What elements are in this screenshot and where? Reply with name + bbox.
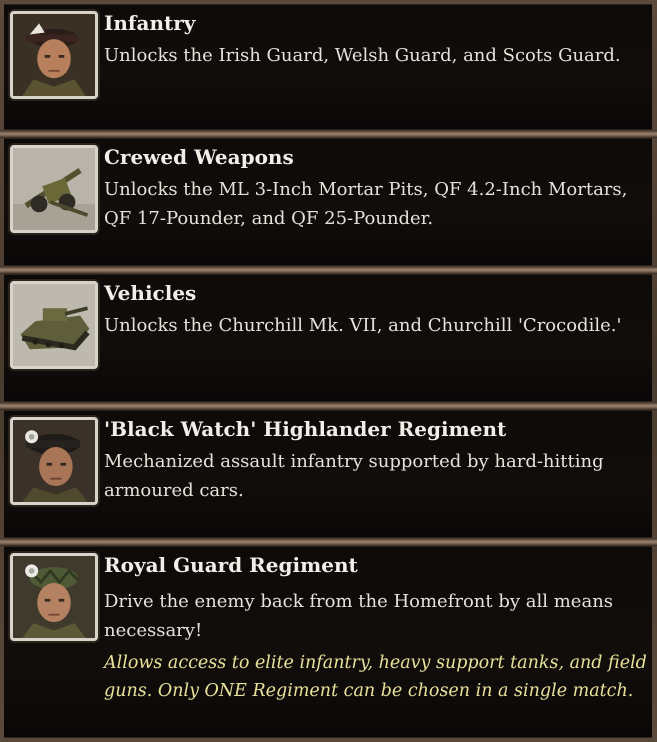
entry-title: Vehicles	[104, 281, 197, 305]
entry-title: Crewed Weapons	[104, 145, 294, 169]
entry-description: Unlocks the Irish Guard, Welsh Guard, an…	[104, 45, 621, 66]
infantry-soldier-portrait-icon	[10, 11, 98, 99]
entry-title: Royal Guard Regiment	[104, 553, 358, 577]
royal-guard-soldier-portrait-icon	[10, 553, 98, 641]
regiment-note: Allows access to elite infantry, heavy s…	[104, 653, 647, 701]
entry-crewed-weapons[interactable]: Crewed Weapons Unlocks the ML 3-Inch Mor…	[4, 138, 652, 266]
entry-description: Drive the enemy back from the Homefront …	[104, 591, 614, 641]
doctrine-panel: Infantry Unlocks the Irish Guard, Welsh …	[0, 0, 657, 742]
entry-description: Unlocks the Churchill Mk. VII, and Churc…	[104, 315, 622, 336]
churchill-tank-portrait-icon	[10, 281, 98, 369]
entry-infantry[interactable]: Infantry Unlocks the Irish Guard, Welsh …	[4, 4, 652, 130]
entry-black-watch-regiment[interactable]: 'Black Watch' Highlander Regiment Mechan…	[4, 410, 652, 538]
divider	[0, 266, 657, 274]
divider	[0, 130, 657, 138]
divider	[0, 402, 657, 410]
entry-description: Unlocks the ML 3-Inch Mortar Pits, QF 4.…	[104, 179, 628, 229]
entry-vehicles[interactable]: Vehicles Unlocks the Churchill Mk. VII, …	[4, 274, 652, 402]
highlander-soldier-portrait-icon	[10, 417, 98, 505]
entry-title: 'Black Watch' Highlander Regiment	[104, 417, 507, 441]
entry-description: Mechanized assault infantry supported by…	[104, 451, 604, 501]
field-gun-portrait-icon	[10, 145, 98, 233]
entry-title: Infantry	[104, 11, 196, 35]
entry-royal-guard-regiment[interactable]: Royal Guard Regiment Drive the enemy bac…	[4, 546, 652, 738]
divider	[0, 538, 657, 546]
